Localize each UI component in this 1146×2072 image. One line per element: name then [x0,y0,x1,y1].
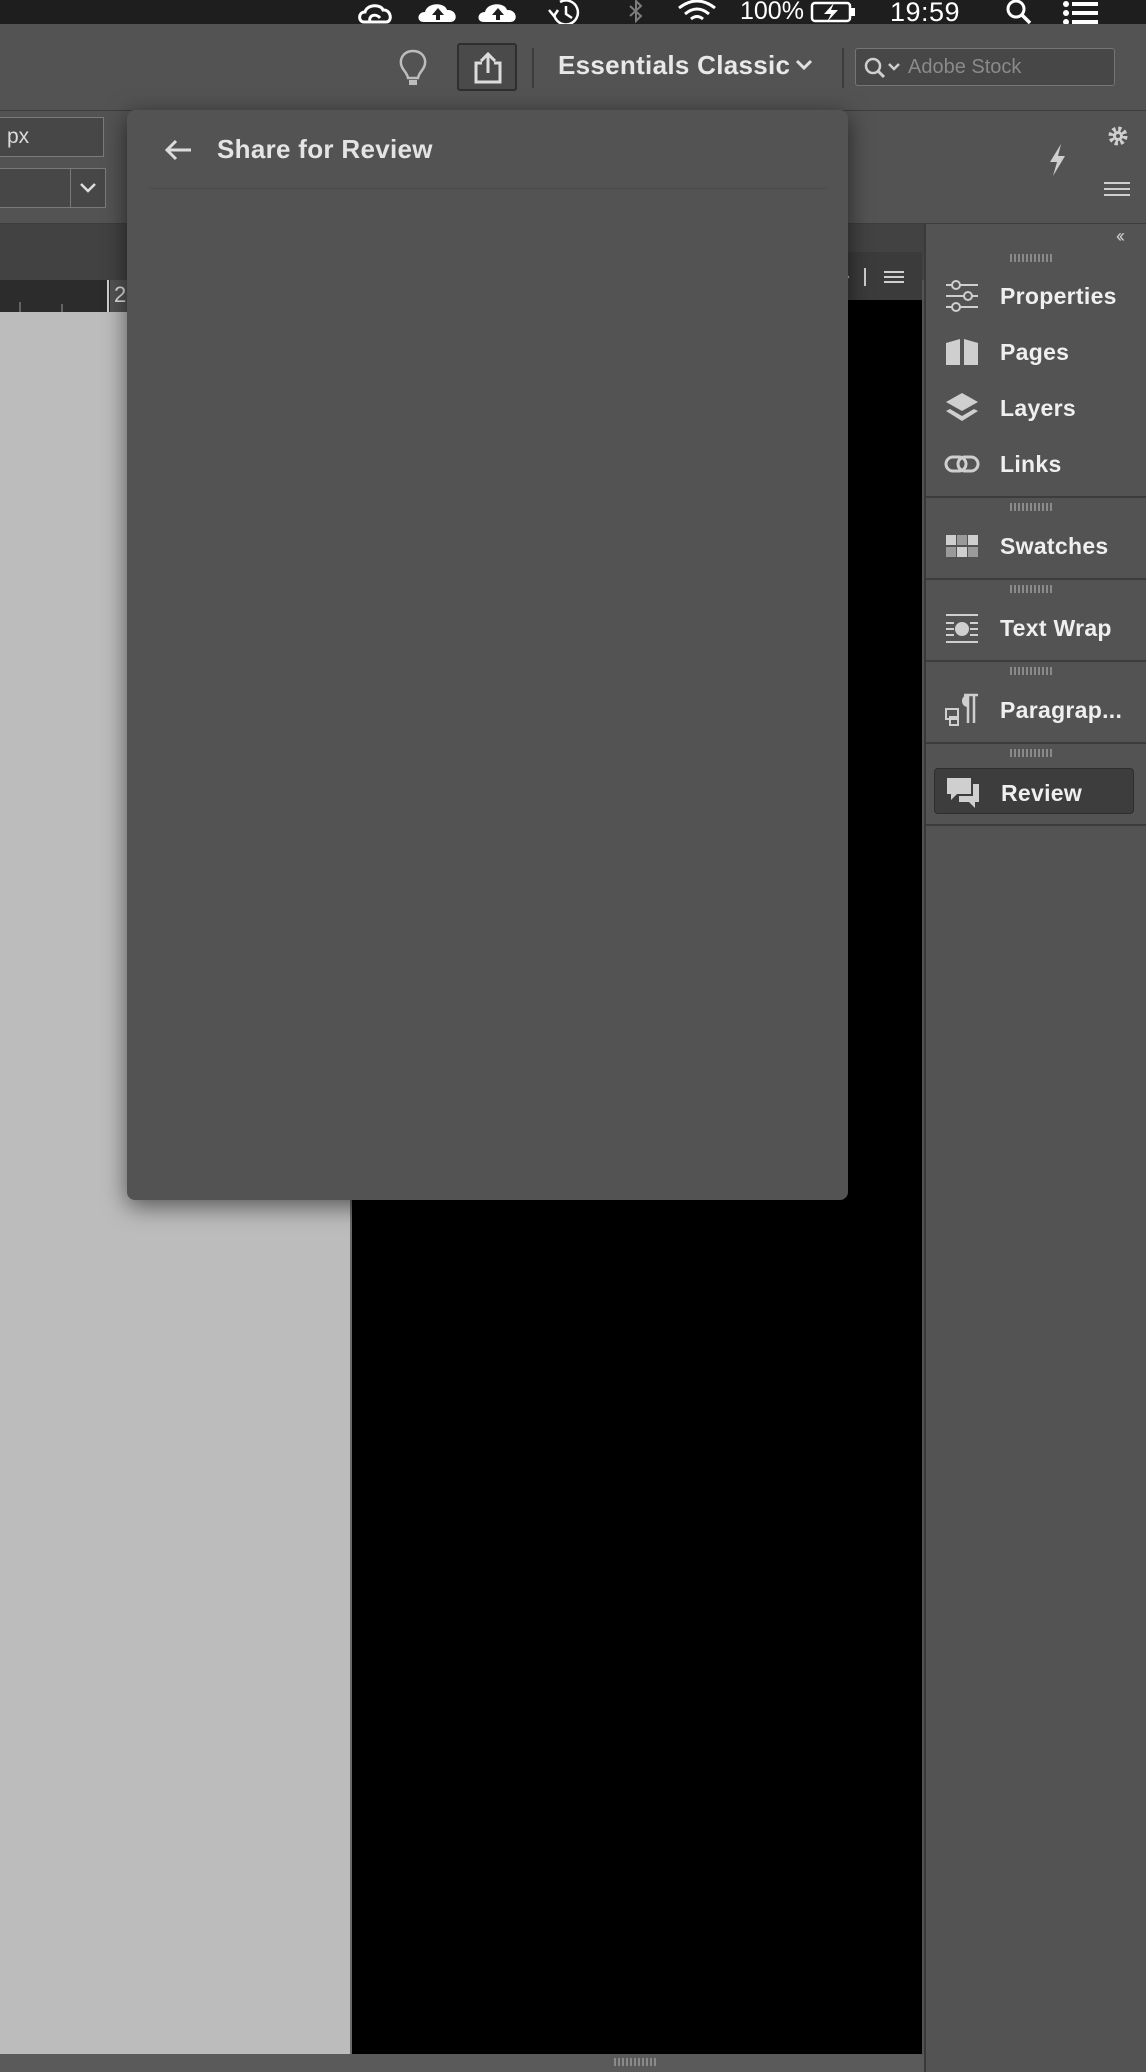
panel-group-separator [926,742,1146,744]
popup-divider [149,188,827,189]
spotlight-search-icon[interactable] [1004,0,1034,24]
panel-dock [924,224,1146,2072]
notification-center-icon[interactable] [1062,0,1100,24]
dock-item-label: Text Wrap [1000,615,1112,641]
dock-item-paragraph[interactable]: Paragrap... [934,686,1134,734]
ruler-ticks [19,280,109,312]
panel-group-grip-icon[interactable] [1010,749,1054,757]
chevron-down-icon [80,183,96,193]
dock-item-label: Properties [1000,283,1117,309]
dock-item-label: Review [1001,780,1083,806]
review-comment-icon [947,778,979,808]
panel-options-icon[interactable] [840,266,910,288]
panel-group-separator [926,660,1146,662]
battery-percentage: 100% [740,0,804,25]
time-machine-icon[interactable] [546,0,586,24]
toolbar-separator [532,48,534,88]
search-icon[interactable] [864,57,904,79]
dock-item-label: Links [1000,451,1062,477]
dock-item-swatches[interactable]: Swatches [934,522,1134,570]
cloud-upload-icon[interactable] [416,0,460,24]
properties-sliders-icon [946,280,978,312]
unit-field[interactable]: px [0,117,104,157]
dock-item-label: Layers [1000,395,1076,421]
dock-item-label: Pages [1000,339,1070,365]
dock-item-label: Swatches [1000,533,1109,559]
dock-item-links[interactable]: Links [934,440,1134,488]
unit-field-value: px [7,125,30,148]
dock-item-text-wrap[interactable]: Text Wrap [934,604,1134,652]
share-icon [474,51,502,84]
dropdown-button[interactable] [70,168,106,208]
dock-item-pages[interactable]: Pages [934,328,1134,376]
collapse-panels-button[interactable]: ‹‹ [1116,226,1125,247]
chevron-down-icon[interactable] [794,58,814,72]
dock-item-review[interactable]: Review [934,768,1134,814]
paragraph-icon [945,693,978,726]
adobe-stock-search[interactable] [855,48,1115,86]
lightbulb-icon[interactable] [397,48,429,88]
panel-group-separator [926,824,1146,826]
ruler-number: 2 [114,282,127,307]
wifi-icon[interactable] [675,0,719,24]
status-bar [0,2054,924,2072]
horizontal-ruler [0,280,110,313]
panel-group-grip-icon[interactable] [1010,667,1054,675]
battery-charging-icon[interactable] [810,0,858,24]
dock-item-layers[interactable]: Layers [934,384,1134,432]
panel-group-grip-icon[interactable] [1010,254,1054,262]
menu-bar: 100% 19:59 [0,0,1146,27]
lightning-icon[interactable] [1044,142,1070,178]
panel-menu-icon[interactable] [1104,180,1130,198]
share-for-review-popup: Share for Review [127,110,848,1200]
popup-title: Share for Review [217,134,433,164]
panel-group-separator [926,578,1146,580]
panel-group-separator [926,496,1146,498]
cloud-upload-icon[interactable] [476,0,520,24]
gear-icon[interactable] [1106,124,1130,148]
bluetooth-icon[interactable] [626,0,646,24]
pages-icon [946,335,978,369]
links-icon [944,455,980,473]
arrow-left-icon[interactable] [163,138,193,162]
creative-cloud-icon[interactable] [356,0,396,24]
workspace-switcher[interactable]: Essentials Classic [558,50,790,81]
panel-group-grip-icon[interactable] [1010,585,1054,593]
dropdown-field[interactable] [0,168,71,208]
share-button[interactable] [457,43,517,91]
dock-item-label: Paragrap... [1000,697,1123,723]
search-input[interactable] [908,53,1108,81]
resize-grip-icon[interactable] [614,2058,658,2066]
text-wrap-icon [946,614,978,643]
dock-item-properties[interactable]: Properties [934,272,1134,320]
toolbar-separator [842,48,844,88]
layers-icon [946,393,978,421]
panel-group-grip-icon[interactable] [1010,503,1054,511]
swatches-icon [946,535,978,557]
